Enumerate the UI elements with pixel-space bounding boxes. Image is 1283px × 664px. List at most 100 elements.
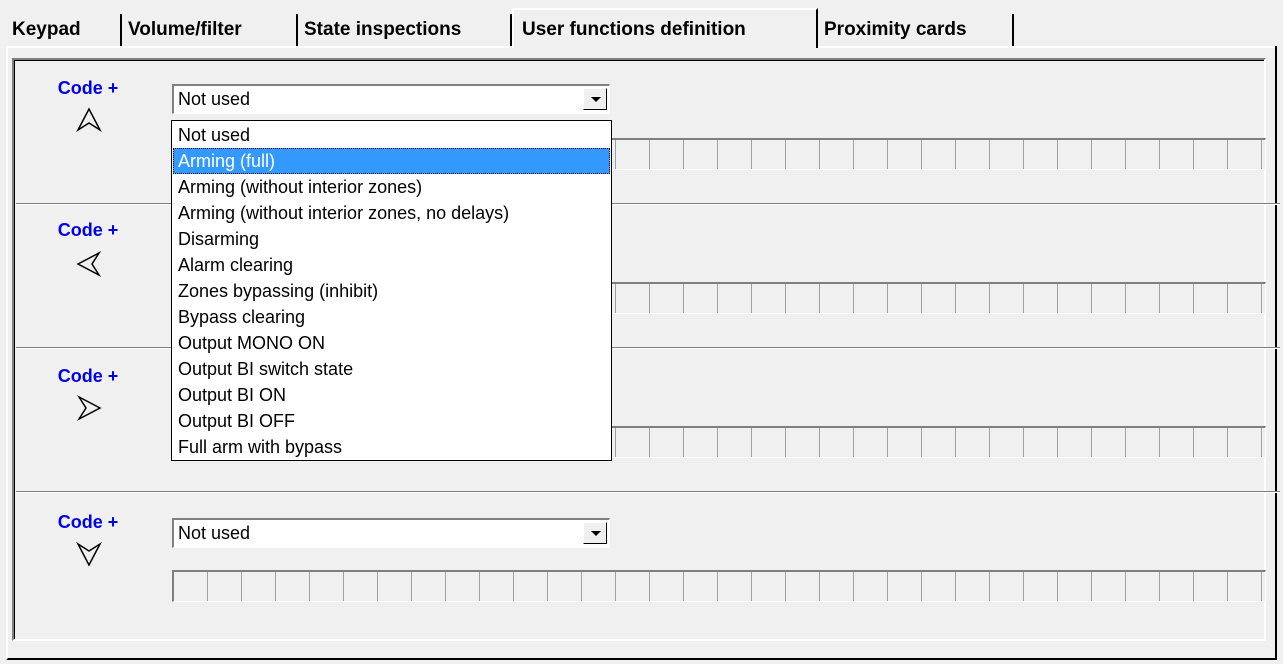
key-slot[interactable]: [956, 428, 990, 457]
key-slot[interactable]: [1092, 140, 1126, 169]
dropdown-option[interactable]: Not used: [173, 122, 610, 148]
dropdown-option[interactable]: Arming (without interior zones, no delay…: [173, 200, 610, 226]
key-slot[interactable]: [1228, 428, 1262, 457]
key-slot[interactable]: [956, 284, 990, 313]
key-slot[interactable]: [1126, 428, 1160, 457]
key-slot[interactable]: [854, 284, 888, 313]
key-slot[interactable]: [718, 284, 752, 313]
key-slot[interactable]: [378, 572, 412, 601]
key-slot[interactable]: [820, 284, 854, 313]
key-slot[interactable]: [1194, 140, 1228, 169]
key-slot[interactable]: [888, 572, 922, 601]
key-slot[interactable]: [820, 428, 854, 457]
key-sequence-strip[interactable]: [172, 570, 1266, 602]
key-slot[interactable]: [1126, 140, 1160, 169]
key-slot[interactable]: [990, 428, 1024, 457]
tab-proximity-cards[interactable]: Proximity cards: [818, 14, 1014, 46]
dropdown-option[interactable]: Full arm with bypass: [173, 434, 610, 460]
key-slot[interactable]: [1126, 284, 1160, 313]
tab-user-functions-definition[interactable]: User functions definition: [512, 8, 818, 48]
key-slot[interactable]: [922, 572, 956, 601]
dropdown-option[interactable]: Arming (without interior zones): [173, 174, 610, 200]
key-slot[interactable]: [616, 428, 650, 457]
key-slot[interactable]: [888, 140, 922, 169]
key-slot[interactable]: [1160, 140, 1194, 169]
key-slot[interactable]: [480, 572, 514, 601]
key-slot[interactable]: [854, 140, 888, 169]
key-slot[interactable]: [718, 428, 752, 457]
function-select-down[interactable]: Not used: [172, 518, 610, 548]
key-slot[interactable]: [650, 140, 684, 169]
key-slot[interactable]: [922, 428, 956, 457]
key-slot[interactable]: [820, 140, 854, 169]
key-slot[interactable]: [684, 284, 718, 313]
key-slot[interactable]: [344, 572, 378, 601]
key-slot[interactable]: [1228, 572, 1262, 601]
key-slot[interactable]: [684, 572, 718, 601]
key-slot[interactable]: [752, 284, 786, 313]
dropdown-option[interactable]: Output MONO ON: [173, 330, 610, 356]
dropdown-option[interactable]: Bypass clearing: [173, 304, 610, 330]
key-slot[interactable]: [820, 572, 854, 601]
key-slot[interactable]: [174, 572, 208, 601]
key-slot[interactable]: [208, 572, 242, 601]
chevron-down-icon[interactable]: [583, 522, 607, 544]
dropdown-option-highlighted[interactable]: Arming (full): [173, 148, 610, 174]
key-slot[interactable]: [1058, 572, 1092, 601]
key-slot[interactable]: [990, 140, 1024, 169]
key-slot[interactable]: [1160, 428, 1194, 457]
key-slot[interactable]: [786, 140, 820, 169]
key-slot[interactable]: [1058, 428, 1092, 457]
key-slot[interactable]: [854, 572, 888, 601]
key-slot[interactable]: [752, 428, 786, 457]
key-slot[interactable]: [888, 284, 922, 313]
dropdown-option[interactable]: Zones bypassing (inhibit): [173, 278, 610, 304]
key-slot[interactable]: [650, 284, 684, 313]
key-slot[interactable]: [1194, 428, 1228, 457]
tab-state-inspections[interactable]: State inspections: [298, 14, 512, 46]
key-slot[interactable]: [310, 572, 344, 601]
key-slot[interactable]: [1024, 428, 1058, 457]
key-slot[interactable]: [956, 572, 990, 601]
key-slot[interactable]: [1160, 284, 1194, 313]
key-slot[interactable]: [1024, 572, 1058, 601]
key-slot[interactable]: [990, 572, 1024, 601]
key-slot[interactable]: [1058, 140, 1092, 169]
function-select-up[interactable]: Not used: [172, 84, 610, 114]
key-slot[interactable]: [1024, 284, 1058, 313]
function-dropdown-list[interactable]: Not used Arming (full) Arming (without i…: [171, 120, 612, 461]
key-slot[interactable]: [684, 428, 718, 457]
key-slot[interactable]: [1058, 284, 1092, 313]
key-slot[interactable]: [718, 572, 752, 601]
key-slot[interactable]: [446, 572, 480, 601]
key-slot[interactable]: [650, 428, 684, 457]
key-slot[interactable]: [956, 140, 990, 169]
key-slot[interactable]: [786, 572, 820, 601]
key-slot[interactable]: [242, 572, 276, 601]
key-slot[interactable]: [1194, 572, 1228, 601]
dropdown-option[interactable]: Disarming: [173, 226, 610, 252]
key-slot[interactable]: [582, 572, 616, 601]
key-slot[interactable]: [922, 284, 956, 313]
key-slot[interactable]: [1092, 572, 1126, 601]
key-slot[interactable]: [276, 572, 310, 601]
key-slot[interactable]: [990, 284, 1024, 313]
key-slot[interactable]: [854, 428, 888, 457]
chevron-down-icon[interactable]: [583, 88, 607, 110]
key-slot[interactable]: [412, 572, 446, 601]
key-slot[interactable]: [1228, 140, 1262, 169]
key-slot[interactable]: [616, 572, 650, 601]
dropdown-option[interactable]: Output BI OFF: [173, 408, 610, 434]
key-slot[interactable]: [1126, 572, 1160, 601]
key-slot[interactable]: [1024, 140, 1058, 169]
tab-volume-filter[interactable]: Volume/filter: [122, 14, 298, 46]
key-slot[interactable]: [684, 140, 718, 169]
key-slot[interactable]: [1092, 428, 1126, 457]
key-slot[interactable]: [1092, 284, 1126, 313]
key-slot[interactable]: [888, 428, 922, 457]
key-slot[interactable]: [922, 140, 956, 169]
key-slot[interactable]: [548, 572, 582, 601]
key-slot[interactable]: [1194, 284, 1228, 313]
key-slot[interactable]: [786, 428, 820, 457]
key-slot[interactable]: [616, 284, 650, 313]
